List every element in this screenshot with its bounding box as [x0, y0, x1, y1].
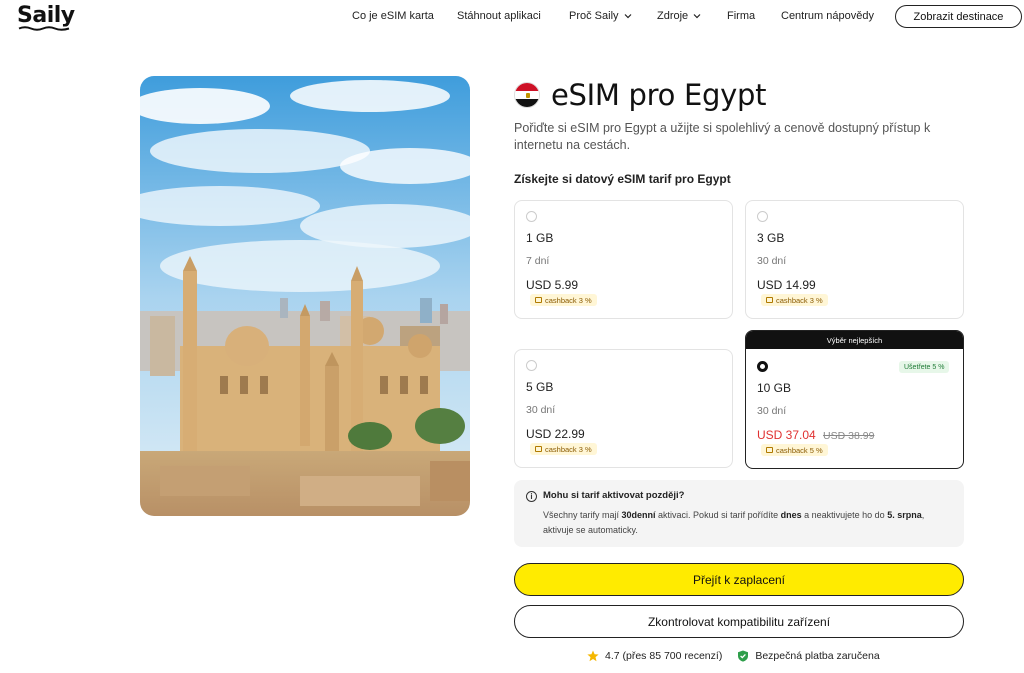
nav-item-label: Stáhnout aplikaci	[457, 10, 541, 22]
cashback-label: cashback 3 %	[545, 295, 592, 305]
nav-item-label: Proč Saily	[569, 10, 619, 22]
plan-card-10gb[interactable]: Výběr nejlepších Ušetřete 5 % 10 GB 30 d…	[745, 330, 964, 469]
star-icon	[587, 650, 599, 662]
saily-logo[interactable]: Saily	[17, 3, 75, 28]
rating-text[interactable]: 4.7 (přes 85 700 recenzí)	[605, 650, 722, 662]
wallet-icon	[766, 297, 773, 303]
page-title: eSIM pro Egypt	[551, 78, 767, 112]
plan-price: USD 14.99	[757, 278, 816, 292]
plans-heading: Získejte si datový eSIM tarif pro Egypt	[514, 172, 731, 186]
plan-duration: 30 dní	[757, 255, 787, 267]
logo-wave-icon	[18, 26, 70, 31]
shield-check-icon	[738, 650, 749, 662]
plan-data: 10 GB	[757, 381, 792, 395]
plan-radio[interactable]	[757, 211, 768, 222]
plan-card-3gb[interactable]: 3 GB 30 dní USD 14.99 cashback 3 %	[745, 200, 964, 319]
cashback-label: cashback 3 %	[776, 295, 823, 305]
product-title-row: eSIM pro Egypt	[514, 78, 766, 112]
wallet-icon	[766, 447, 773, 453]
egypt-flag-icon	[514, 82, 540, 108]
nav-item-business[interactable]: Firma	[727, 10, 755, 22]
best-choice-banner: Výběr nejlepších	[746, 331, 963, 349]
plan-old-price: USD 38.99	[823, 430, 875, 442]
site-header: Saily Co je eSIM karta Stáhnout aplikaci…	[0, 0, 1024, 34]
info-icon: i	[526, 491, 537, 502]
nav-item-help[interactable]: Centrum nápovědy	[781, 10, 874, 22]
plan-price: USD 5.99	[526, 278, 579, 292]
nav-item-label: Zdroje	[657, 10, 689, 22]
plan-duration: 30 dní	[757, 405, 787, 417]
nav-item-download[interactable]: Stáhnout aplikaci	[457, 10, 541, 22]
plan-data: 1 GB	[526, 231, 554, 245]
plan-sale-price: USD 37.04	[757, 428, 816, 442]
wallet-icon	[535, 297, 542, 303]
activation-info-box: i Mohu si tarif aktivovat později? Všech…	[514, 480, 964, 547]
saving-badge: Ušetřete 5 %	[899, 361, 950, 373]
cashback-badge: cashback 3 %	[530, 443, 597, 455]
cashback-badge: cashback 3 %	[530, 294, 597, 306]
secure-payment-text: Bezpečná platba zaručena	[755, 650, 880, 662]
plan-radio-selected[interactable]	[757, 361, 768, 372]
plan-data: 5 GB	[526, 380, 554, 394]
chevron-down-icon	[624, 14, 631, 19]
info-question: Mohu si tarif aktivovat později?	[543, 490, 685, 501]
cashback-badge: cashback 5 %	[761, 444, 828, 456]
plan-duration: 30 dní	[526, 404, 556, 416]
plan-radio[interactable]	[526, 360, 537, 371]
chevron-down-icon	[693, 14, 701, 19]
cairo-skyline-image	[140, 76, 470, 516]
nav-item-esim[interactable]: Co je eSIM karta	[352, 10, 434, 22]
plan-radio[interactable]	[526, 211, 537, 222]
trust-row: 4.7 (přes 85 700 recenzí) Bezpečná platb…	[587, 650, 880, 662]
nav-item-label: Firma	[727, 10, 756, 22]
cashback-label: cashback 3 %	[545, 444, 592, 454]
info-answer: Všechny tarify mají 30denní aktivaci. Po…	[543, 510, 925, 535]
plan-card-1gb[interactable]: 1 GB 7 dní USD 5.99 cashback 3 %	[514, 200, 733, 319]
plan-data: 3 GB	[757, 231, 785, 245]
checkout-button[interactable]: Přejít k zaplacení	[514, 563, 964, 596]
cashback-badge: cashback 3 %	[761, 294, 828, 306]
show-destinations-button[interactable]: Zobrazit destinace	[895, 5, 1022, 28]
cashback-label: cashback 5 %	[776, 445, 823, 455]
nav-item-why-saily[interactable]: Proč Saily	[569, 10, 632, 22]
product-description: Pořiďte si eSIM pro Egypt a užijte si sp…	[514, 121, 931, 152]
nav-item-label: Centrum nápovědy	[781, 10, 874, 22]
nav-item-label: Co je eSIM karta	[352, 10, 434, 22]
plan-card-5gb[interactable]: 5 GB 30 dní USD 22.99 cashback 3 %	[514, 349, 733, 468]
destination-hero-image	[140, 76, 470, 516]
plan-price: USD 22.99	[526, 427, 585, 441]
nav-item-resources[interactable]: Zdroje	[657, 10, 701, 22]
check-compatibility-button[interactable]: Zkontrolovat kompatibilitu zařízení	[514, 605, 964, 638]
wallet-icon	[535, 446, 542, 452]
plan-duration: 7 dní	[526, 255, 550, 267]
plan-price: USD 37.04 USD 38.99	[757, 428, 874, 442]
